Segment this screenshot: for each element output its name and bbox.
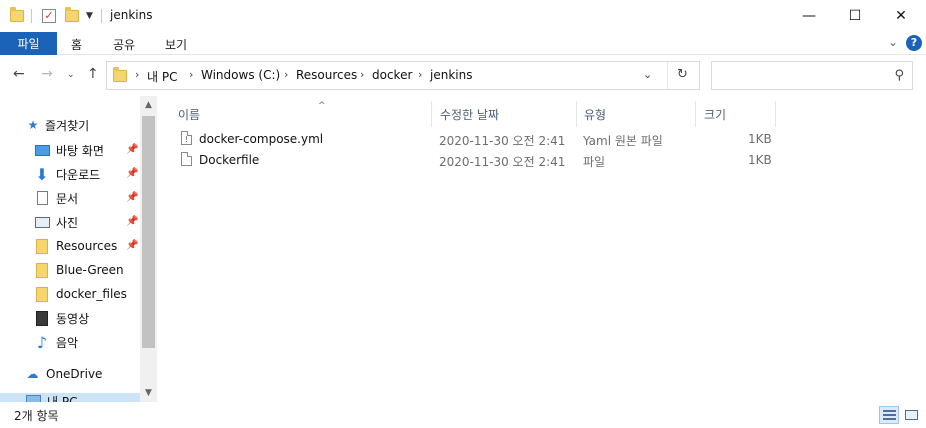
separator [101, 6, 102, 26]
breadcrumb-resources[interactable]: Resources [296, 68, 357, 82]
nav-item-videos[interactable]: 동영상 [34, 307, 89, 329]
file-icon [181, 152, 192, 166]
folder-icon [10, 6, 24, 26]
nav-item-blue-green[interactable]: Blue-Green [34, 259, 124, 281]
cloud-icon: ☁ [26, 367, 39, 381]
nav-item-music[interactable]: ♪ 음악 [34, 331, 78, 353]
column-header-date[interactable]: 수정한 날짜 [440, 101, 575, 127]
file-date: 2020-11-30 오전 2:41 [439, 134, 566, 148]
properties-quick-access-button[interactable]: ✓ [42, 6, 56, 26]
pin-icon: 📌 [126, 216, 139, 227]
title-bar: ✓ ▼ jenkins — ☐ ✕ [0, 0, 926, 32]
tab-home[interactable]: 홈 [71, 36, 82, 53]
nav-quick-access[interactable]: ★ 즐겨찾기 [27, 114, 90, 136]
expand-ribbon-chevron-icon[interactable]: ⌄ [888, 35, 898, 49]
thumbnail-icon [905, 410, 918, 420]
file-type: Yaml 원본 파일 [583, 134, 663, 148]
document-icon [34, 191, 50, 205]
file-size: 1KB [748, 132, 772, 146]
sort-ascending-icon: ^ [318, 101, 326, 111]
status-bar: 2개 항목 [0, 402, 926, 428]
column-header-size[interactable]: 크기 [704, 101, 774, 127]
folder-icon [34, 262, 50, 278]
breadcrumb-docker[interactable]: docker [372, 68, 412, 82]
pin-icon: 📌 [126, 192, 139, 203]
file-name: Dockerfile [199, 153, 260, 167]
scroll-down-icon[interactable]: ▼ [140, 388, 157, 398]
folder-icon [113, 67, 127, 82]
pictures-icon [34, 215, 50, 229]
navigation-pane: ★ 즐겨찾기 바탕 화면 📌 ⬇ 다운로드 📌 문서 📌 사진 📌 Resour… [0, 96, 157, 402]
breadcrumb-this-pc[interactable]: 내 PC [147, 68, 177, 85]
desktop-icon [34, 143, 50, 157]
file-date: 2020-11-30 오전 2:41 [439, 155, 566, 169]
nav-item-pictures[interactable]: 사진 [34, 211, 78, 233]
search-input[interactable]: ⚲ [711, 61, 913, 90]
folder-icon [34, 286, 50, 302]
minimize-button[interactable]: — [786, 0, 832, 32]
maximize-button[interactable]: ☐ [832, 0, 878, 32]
column-header-type[interactable]: 유형 [584, 101, 694, 127]
tab-share[interactable]: 공유 [113, 36, 135, 53]
nav-item-downloads[interactable]: ⬇ 다운로드 [34, 163, 100, 185]
address-history-dropdown-icon[interactable]: ⌄ [643, 68, 652, 81]
file-type: 파일 [583, 155, 606, 169]
up-arrow-icon[interactable]: ↑ [87, 66, 99, 82]
close-button[interactable]: ✕ [878, 0, 924, 32]
scroll-up-icon[interactable]: ▲ [140, 100, 157, 110]
nav-item-docker-files[interactable]: docker_files [34, 283, 127, 305]
yaml-file-icon: ! [181, 131, 192, 145]
pin-icon: 📌 [126, 144, 139, 155]
breadcrumb-jenkins[interactable]: jenkins [430, 68, 472, 82]
window-title: jenkins [110, 8, 153, 22]
recent-locations-chevron-icon[interactable]: ⌄ [67, 70, 75, 80]
address-bar[interactable]: › 내 PC › Windows (C:) › Resources › dock… [106, 61, 700, 90]
computer-icon [25, 393, 41, 402]
file-size: 1KB [748, 153, 772, 167]
nav-item-desktop[interactable]: 바탕 화면 [34, 139, 104, 161]
file-row[interactable]: Dockerfile 2020-11-30 오전 2:41 파일 1KB [175, 150, 775, 171]
video-icon [34, 310, 50, 326]
large-icons-view-button[interactable] [901, 406, 921, 424]
folder-icon [34, 238, 50, 254]
separator [31, 6, 32, 26]
ribbon-tabs: 파일 홈 공유 보기 ⌄ ? [0, 32, 926, 55]
file-list: 이름 ^ 수정한 날짜 유형 크기 ! docker-compose.yml 2… [157, 96, 926, 402]
nav-item-resources[interactable]: Resources [34, 235, 117, 257]
back-arrow-icon[interactable]: ← [13, 66, 25, 82]
nav-item-documents[interactable]: 문서 [34, 187, 78, 209]
address-toolbar: ← → ⌄ ↑ › 내 PC › Windows (C:) › Resource… [0, 56, 926, 96]
help-icon[interactable]: ? [906, 35, 922, 51]
customize-quick-access-dropdown[interactable]: ▼ [86, 6, 93, 26]
music-icon: ♪ [36, 332, 48, 352]
nav-onedrive[interactable]: ☁ OneDrive [25, 363, 103, 385]
search-icon: ⚲ [894, 68, 904, 83]
nav-scroll-thumb[interactable] [142, 116, 155, 348]
tab-file[interactable]: 파일 [0, 32, 57, 55]
star-icon: ★ [27, 118, 39, 132]
item-count: 2개 항목 [14, 409, 59, 423]
file-row[interactable]: ! docker-compose.yml 2020-11-30 오전 2:41 … [175, 129, 775, 150]
forward-arrow-icon[interactable]: → [41, 66, 53, 82]
pin-icon: 📌 [126, 240, 139, 251]
tab-view[interactable]: 보기 [165, 36, 187, 53]
file-name: docker-compose.yml [199, 132, 324, 146]
details-view-button[interactable] [879, 406, 899, 424]
download-icon: ⬇ [35, 164, 49, 184]
new-folder-quick-access-button[interactable] [65, 6, 79, 26]
pin-icon: 📌 [126, 168, 139, 179]
breadcrumb-windows-c[interactable]: Windows (C:) [201, 68, 280, 82]
refresh-icon[interactable]: ↻ [677, 67, 688, 82]
nav-this-pc[interactable]: 내 PC [25, 393, 77, 402]
column-header-name[interactable]: 이름 ^ [178, 101, 430, 127]
